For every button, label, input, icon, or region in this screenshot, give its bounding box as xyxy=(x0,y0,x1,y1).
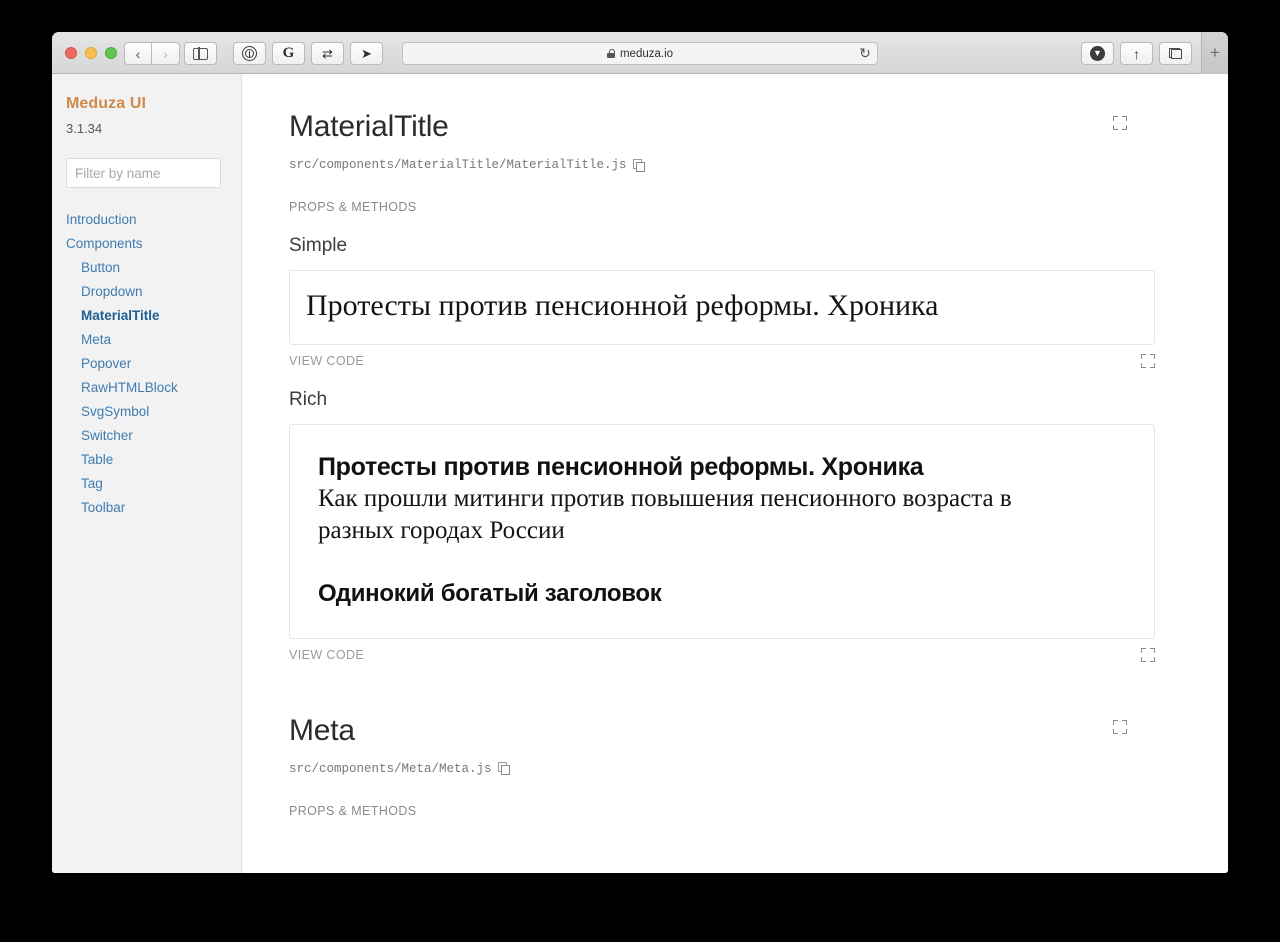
grammarly-extension-button[interactable]: G xyxy=(272,42,305,65)
window-controls xyxy=(65,47,117,59)
onepassword-extension-button[interactable] xyxy=(233,42,266,65)
sidebar-item-dropdown[interactable]: Dropdown xyxy=(66,280,227,304)
new-tab-button[interactable]: + xyxy=(1201,32,1228,74)
sidebar-item-popover[interactable]: Popover xyxy=(66,352,227,376)
sidebar-item-materialtitle[interactable]: MaterialTitle xyxy=(66,304,227,328)
downloads-button[interactable]: ▼ xyxy=(1081,42,1114,65)
expand-icon[interactable] xyxy=(1141,353,1155,368)
sidebar-icon xyxy=(193,47,208,60)
lock-icon xyxy=(606,49,616,58)
share-icon: ↑ xyxy=(1133,45,1140,62)
expand-section-button[interactable] xyxy=(1113,116,1127,135)
sidebar-item-rawhtmlblock[interactable]: RawHTMLBlock xyxy=(66,376,227,400)
sidebar: Meduza UI 3.1.34 Introduction Components… xyxy=(52,74,242,873)
sidebar-item-introduction[interactable]: Introduction xyxy=(66,208,227,232)
view-code-row-simple: VIEW CODE xyxy=(289,353,1155,368)
component-section-meta: Meta src/components/Meta/Meta.js PROPS &… xyxy=(289,714,1155,818)
expand-icon xyxy=(1113,116,1127,130)
view-code-button[interactable]: VIEW CODE xyxy=(289,354,364,368)
tab-overview-button[interactable] xyxy=(1159,42,1192,65)
grammarly-icon: G xyxy=(282,45,295,61)
copy-icon[interactable] xyxy=(497,762,510,775)
tab-overview-icon xyxy=(1169,48,1182,59)
forward-button[interactable]: › xyxy=(152,42,180,65)
example-title-simple: Simple xyxy=(289,235,348,256)
reload-button[interactable]: ↻ xyxy=(854,43,876,64)
component-path-text: src/components/Meta/Meta.js xyxy=(289,761,492,776)
extension-buttons: G ⇄ ➤ xyxy=(233,42,383,65)
expand-icon xyxy=(1113,719,1127,734)
swap-extension-button[interactable]: ⇄ xyxy=(311,42,344,65)
expand-section-button[interactable] xyxy=(1113,719,1127,739)
plus-icon: + xyxy=(1210,43,1220,62)
address-bar[interactable]: meduza.io xyxy=(402,42,878,65)
filter-input[interactable] xyxy=(66,158,221,188)
swap-arrows-icon: ⇄ xyxy=(322,46,333,61)
browser-toolbar: ‹ › G ⇄ ➤ meduza.io ↻ ▼ ↑ + xyxy=(52,32,1228,74)
material-title-simple: Протесты против пенсионной реформы. Хрон… xyxy=(306,289,939,322)
props-and-methods-label: PROPS & METHODS xyxy=(289,200,417,214)
material-title-rich-subtitle: Как прошли митинги против повышения пенс… xyxy=(318,484,1012,545)
reload-icon: ↻ xyxy=(859,45,871,61)
component-path: src/components/MaterialTitle/MaterialTit… xyxy=(289,158,1155,172)
sidebar-item-tag[interactable]: Tag xyxy=(66,472,227,496)
chevron-right-icon: › xyxy=(163,45,168,62)
sidebar-item-components[interactable]: Components xyxy=(66,232,227,256)
sidebar-item-toolbar[interactable]: Toolbar xyxy=(66,496,227,520)
view-code-button[interactable]: VIEW CODE xyxy=(289,648,364,662)
close-window-button[interactable] xyxy=(65,47,77,59)
pin-extension-button[interactable]: ➤ xyxy=(350,42,383,65)
example-preview-simple: Протесты против пенсионной реформы. Хрон… xyxy=(289,270,1155,345)
page-title: MaterialTitle xyxy=(289,110,449,143)
view-code-row-rich: VIEW CODE xyxy=(289,647,1155,662)
props-and-methods-label: PROPS & METHODS xyxy=(289,803,417,818)
pin-icon: ➤ xyxy=(361,46,372,61)
onepassword-icon xyxy=(242,46,257,61)
minimize-window-button[interactable] xyxy=(85,47,97,59)
sidebar-item-switcher[interactable]: Switcher xyxy=(66,424,227,448)
component-section-materialtitle: MaterialTitle src/components/MaterialTit… xyxy=(289,110,1155,662)
sidebar-nav-list: Introduction Components Button Dropdown … xyxy=(66,208,227,520)
navigation-buttons: ‹ › xyxy=(124,42,180,65)
copy-icon[interactable] xyxy=(632,158,645,172)
main-content: MaterialTitle src/components/MaterialTit… xyxy=(242,74,1228,873)
material-title-rich-lone: Одинокий богатый заголовок xyxy=(318,579,662,607)
sidebar-toggle-button[interactable] xyxy=(184,42,217,65)
sidebar-item-table[interactable]: Table xyxy=(66,448,227,472)
app-title: Meduza UI xyxy=(66,95,147,112)
url-text: meduza.io xyxy=(619,47,674,60)
sidebar-item-meta[interactable]: Meta xyxy=(66,328,227,352)
page-title: Meta xyxy=(289,713,355,747)
example-title-rich: Rich xyxy=(289,388,328,410)
component-path-text: src/components/MaterialTitle/MaterialTit… xyxy=(289,158,627,172)
app-version: 3.1.34 xyxy=(66,121,103,136)
toolbar-right-buttons: ▼ ↑ xyxy=(1081,42,1192,65)
page-content: Meduza UI 3.1.34 Introduction Components… xyxy=(52,74,1228,873)
material-title-rich-headline: Протесты против пенсионной реформы. Хрон… xyxy=(318,452,924,481)
sidebar-item-button[interactable]: Button xyxy=(66,256,227,280)
expand-icon[interactable] xyxy=(1141,647,1155,662)
maximize-window-button[interactable] xyxy=(105,47,117,59)
share-button[interactable]: ↑ xyxy=(1120,42,1153,65)
back-button[interactable]: ‹ xyxy=(124,42,152,65)
sidebar-item-svgsymbol[interactable]: SvgSymbol xyxy=(66,400,227,424)
component-path: src/components/Meta/Meta.js xyxy=(289,762,1155,776)
chevron-left-icon: ‹ xyxy=(135,45,141,62)
browser-window: ‹ › G ⇄ ➤ meduza.io ↻ ▼ ↑ + Meduza UI 3.… xyxy=(52,32,1228,873)
download-icon: ▼ xyxy=(1090,46,1105,61)
example-preview-rich: Протесты против пенсионной реформы. Хрон… xyxy=(289,423,1155,639)
